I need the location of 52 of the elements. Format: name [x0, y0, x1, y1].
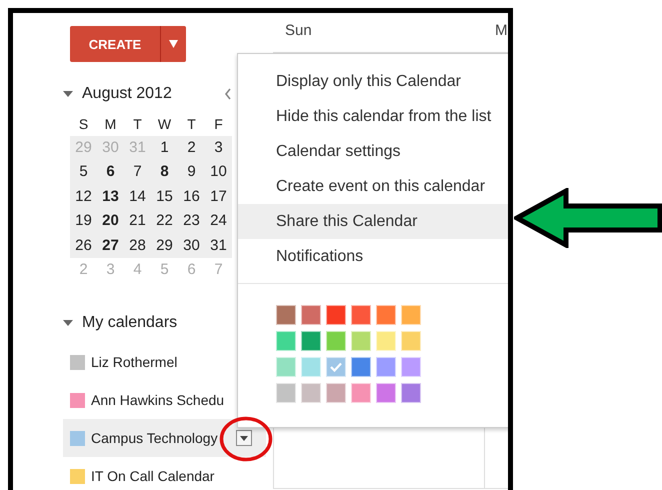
day-cell[interactable]: 1: [151, 136, 178, 160]
day-cell[interactable]: 23: [178, 209, 205, 234]
menu-item[interactable]: Notifications: [238, 239, 508, 274]
day-column-header: Sun: [284, 21, 313, 41]
calendar-item[interactable]: IT On Call Calendar: [63, 457, 266, 490]
weekday-label: F: [213, 115, 224, 134]
day-cell[interactable]: 20: [97, 209, 124, 234]
calendar-item[interactable]: Liz Rothermel: [63, 343, 266, 382]
calendar-name: Campus Technology: [91, 430, 218, 446]
day-cell[interactable]: 27: [97, 234, 124, 258]
day-cell[interactable]: 6: [97, 160, 124, 185]
weekday-label: T: [186, 115, 197, 134]
weekday-label: W: [156, 115, 172, 134]
day-cell[interactable]: 17: [205, 184, 232, 210]
day-cell[interactable]: 12: [70, 184, 97, 210]
create-button[interactable]: CREATE: [70, 26, 160, 62]
menu-item[interactable]: Share this Calendar: [238, 204, 508, 239]
day-cell[interactable]: 7: [124, 160, 151, 185]
day-cell[interactable]: 16: [178, 184, 205, 210]
day-cell[interactable]: 3: [205, 136, 232, 160]
day-cell[interactable]: 31: [205, 234, 232, 258]
day-cell[interactable]: 24: [205, 209, 232, 234]
month-title: August 2012: [82, 85, 172, 103]
day-cell[interactable]: 29: [151, 234, 178, 258]
menu-item[interactable]: Display only this Calendar: [238, 64, 508, 99]
weekday-label: S: [78, 115, 90, 134]
day-cell[interactable]: 30: [178, 234, 205, 258]
day-cell[interactable]: 26: [70, 234, 97, 258]
day-cell[interactable]: 22: [151, 209, 178, 234]
calendar-item[interactable]: Ann Hawkins Schedu: [63, 381, 266, 420]
day-cell[interactable]: 19: [70, 209, 97, 234]
day-cell[interactable]: 15: [151, 184, 178, 210]
calendar-name: Liz Rothermel: [91, 354, 178, 370]
calendar-item[interactable]: Campus Technology: [63, 419, 266, 458]
calendar-name: IT On Call Calendar: [91, 468, 214, 484]
day-cell[interactable]: 13: [97, 184, 124, 210]
day-cell[interactable]: 14: [124, 184, 151, 210]
menu-item[interactable]: Hide this calendar from the list: [238, 99, 508, 134]
calendar-name: Ann Hawkins Schedu: [91, 392, 224, 408]
day-cell[interactable]: 10: [205, 160, 232, 185]
day-column-header: M: [494, 21, 508, 41]
weekday-label: T: [132, 115, 143, 134]
menu-item[interactable]: Calendar settings: [238, 134, 508, 169]
day-cell[interactable]: 28: [124, 234, 151, 258]
menu-item[interactable]: Create event on this calendar: [238, 169, 508, 204]
weekday-label: M: [104, 115, 118, 134]
day-cell[interactable]: 2: [178, 136, 205, 160]
day-cell[interactable]: 5: [70, 160, 97, 185]
day-cell[interactable]: 8: [151, 160, 178, 185]
section-title: My calendars: [82, 314, 178, 332]
day-cell[interactable]: 21: [124, 209, 151, 234]
day-cell[interactable]: 9: [178, 160, 205, 185]
